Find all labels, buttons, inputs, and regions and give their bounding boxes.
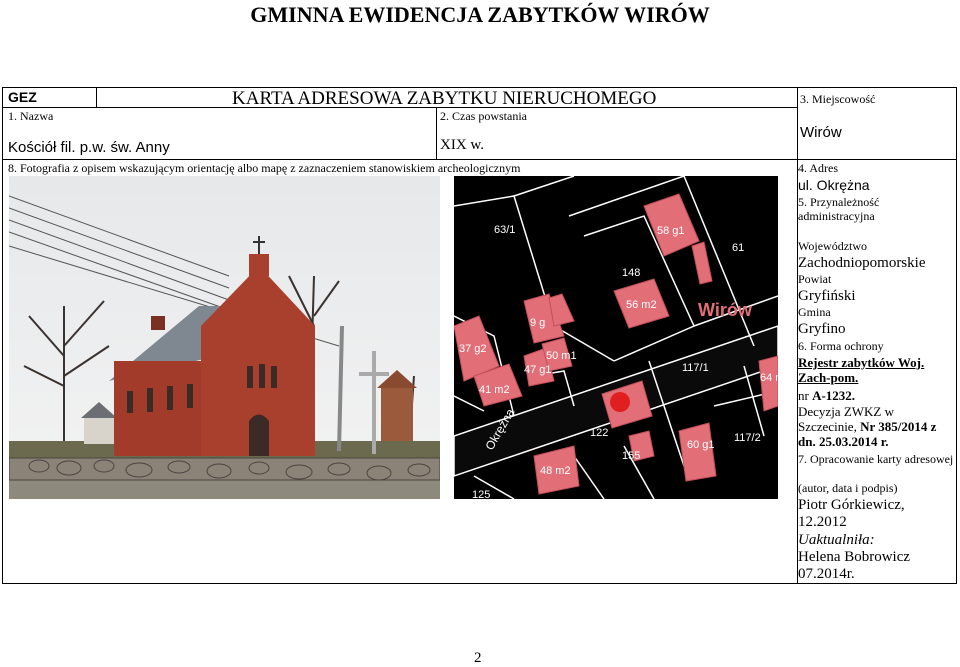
register-number-prefix: nr	[798, 388, 809, 403]
parcel-label: 37 g2	[459, 343, 487, 355]
parcel-label: 61	[732, 242, 744, 254]
parcel-label: 63/1	[494, 224, 515, 236]
cell-divider	[436, 108, 437, 160]
parcel-label: 41 m2	[479, 384, 510, 396]
commune-label: Gmina	[798, 305, 831, 319]
period-value: XIX w.	[440, 137, 485, 153]
update-value: Helena Bobrowicz 07.2014r.	[798, 549, 911, 583]
row-divider	[3, 159, 798, 160]
card-title: KARTA ADRESOWA ZABYTKU NIERUCHOMEGO	[232, 88, 657, 109]
parcel-label: 48 m2	[540, 465, 571, 477]
page-title: GMINNA EWIDENCJA ZABYTKÓW WIRÓW	[250, 2, 710, 27]
parcel-label: 60 g1	[687, 439, 715, 451]
parcel-label: 58 g1	[657, 225, 685, 237]
address-label: 4. Adres	[798, 161, 838, 175]
parcel-label: 155	[622, 450, 640, 462]
parcel-label: 56 m2	[626, 299, 657, 311]
author-value: Piotr Górkiewicz, 12.2012	[798, 497, 905, 531]
voivodeship-value: Zachodniopomorskie	[798, 255, 926, 271]
protection-label: 6. Forma ochrony	[798, 339, 884, 353]
cell-divider	[96, 88, 97, 108]
parcel-label: 117/2	[734, 432, 761, 444]
author-sub: (autor, data i podpis)	[798, 481, 898, 495]
decision-text: Decyzja ZWKZ w Szczecinie, Nr 385/2014 z…	[798, 404, 956, 450]
photo-label: 8. Fotografia z opisem wskazującym orien…	[8, 161, 521, 175]
parcel-label: 117/1	[682, 362, 709, 374]
admin-label: 5. Przynależność administracyjna	[798, 195, 880, 223]
voivodeship-label: Województwo	[798, 239, 868, 253]
author-label: 7. Opracowanie karty adresowej	[798, 452, 954, 466]
map-place-label: Wirów	[698, 300, 753, 320]
locality-value: Wirów	[800, 124, 842, 141]
protection-register: Rejestr zabytków Woj. Zach-pom.	[798, 355, 925, 385]
parcel-label: 50 m1	[546, 350, 577, 362]
parcel-label: 47 g1	[524, 364, 552, 376]
register-number-value: A-1232.	[812, 388, 856, 403]
parcel-label: 122	[590, 427, 608, 439]
name-value: Kościół fil. p.w. św. Anny	[8, 139, 170, 156]
cadastral-map: 63/1 58 g1 61 148 56 m2 9 g 37 g2 41 m2 …	[454, 176, 778, 499]
county-label: Powiat	[798, 272, 832, 286]
parcel-label: 125	[472, 489, 490, 499]
commune-value: Gryfino	[798, 321, 846, 337]
address-value: ul. Okrężna	[798, 177, 870, 193]
parcel-label: 64 m	[760, 372, 778, 384]
parcel-label: 9 g	[530, 317, 545, 329]
row-divider	[797, 159, 957, 160]
update-label: Uaktualniła:	[798, 532, 875, 548]
register-number: nr A-1232.	[798, 388, 956, 404]
parcel-label: 148	[622, 267, 640, 279]
locality-label: 3. Miejscowość	[800, 92, 876, 106]
county-value: Gryfiński	[798, 288, 856, 304]
church-photo	[9, 176, 440, 499]
name-label: 1. Nazwa	[8, 109, 54, 123]
page-number: 2	[474, 650, 482, 666]
card-code: GEZ	[8, 89, 37, 105]
period-label: 2. Czas powstania	[440, 109, 527, 123]
